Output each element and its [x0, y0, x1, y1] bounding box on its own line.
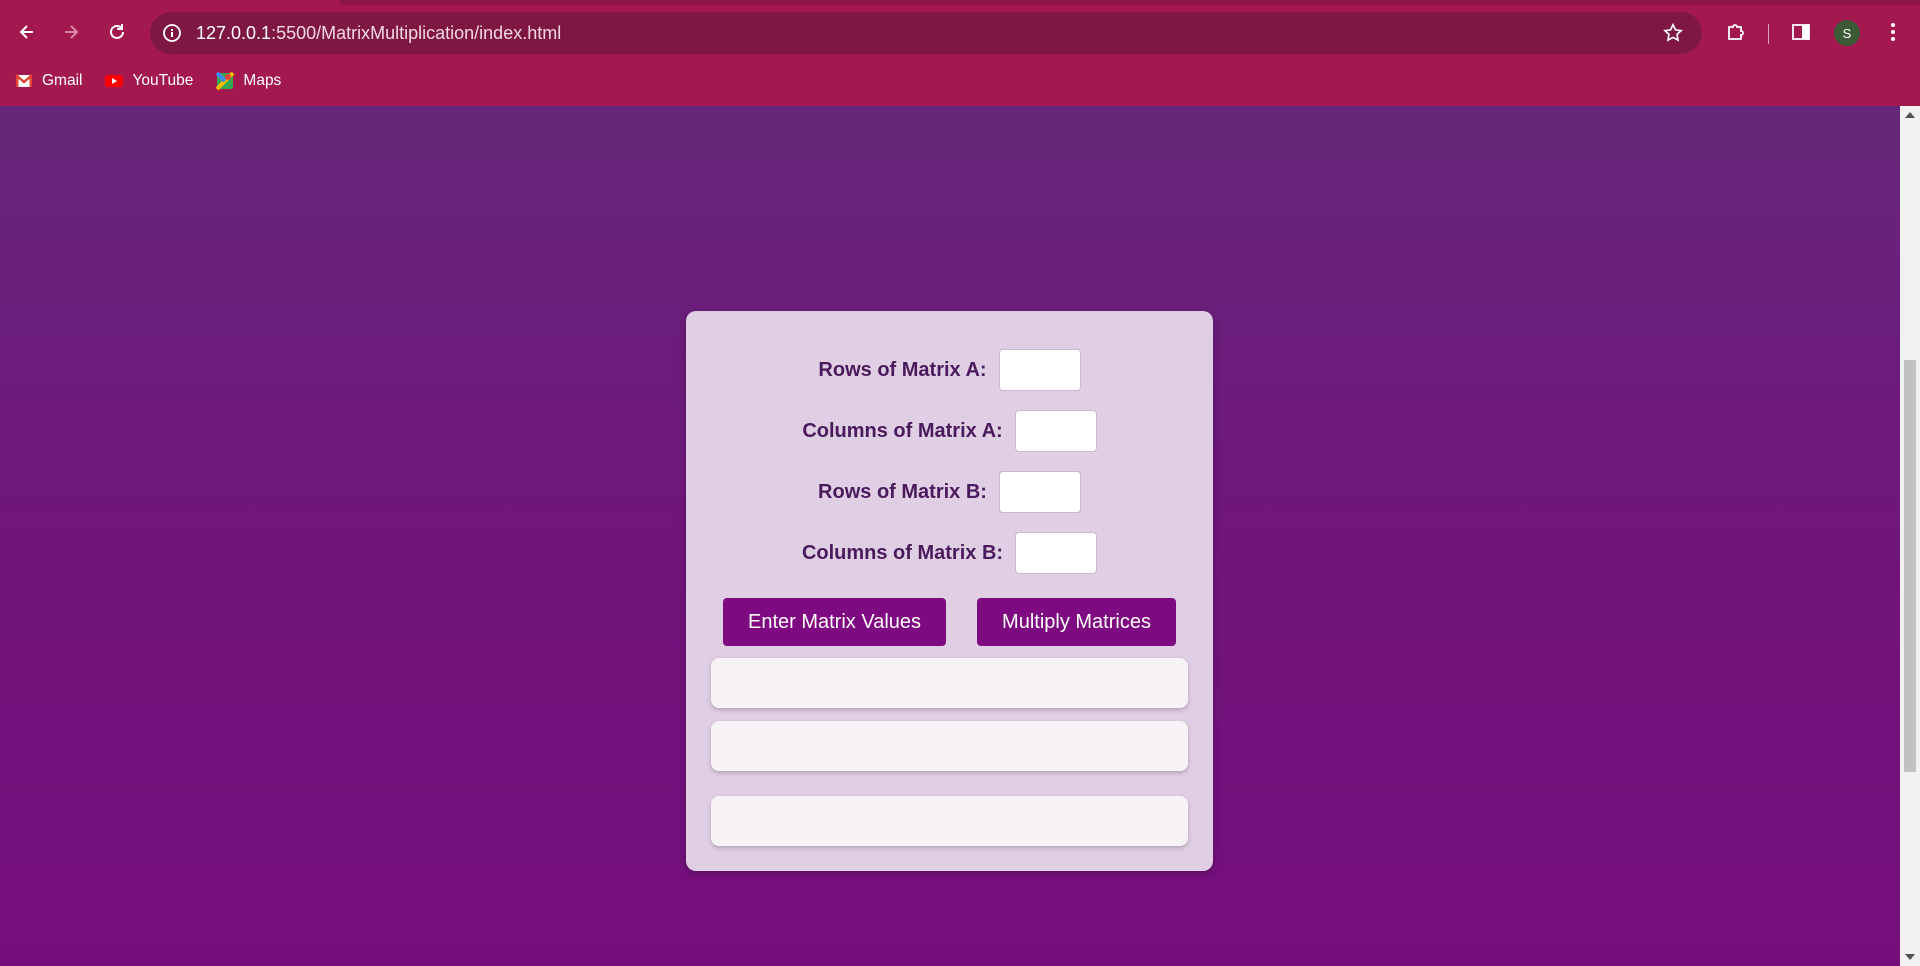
url-path: :5500/MatrixMultiplication/index.html [271, 22, 562, 43]
page-viewport: Rows of Matrix A: Columns of Matrix A: R… [0, 106, 1900, 966]
rows-a-label: Rows of Matrix A: [818, 358, 987, 381]
arrow-right-icon [65, 25, 79, 39]
bookmark-label: Gmail [42, 72, 83, 89]
toolbar-separator [1768, 24, 1769, 44]
url-host: 127.0.0.1 [196, 22, 272, 43]
tab-strip [0, 0, 1920, 5]
cols-a-label: Columns of Matrix A: [802, 419, 1003, 442]
arrow-left-icon [19, 25, 33, 39]
scroll-up-arrow[interactable] [1905, 112, 1915, 118]
gmail-icon [15, 74, 33, 87]
profile-avatar[interactable]: S [1834, 20, 1860, 46]
side-panel-button[interactable] [1785, 16, 1817, 48]
active-tab[interactable] [0, 0, 340, 5]
multiply-matrices-button[interactable]: Multiply Matrices [977, 598, 1176, 646]
enter-matrix-values-button[interactable]: Enter Matrix Values [723, 598, 946, 646]
scroll-down-arrow[interactable] [1905, 954, 1915, 960]
vertical-scrollbar[interactable] [1900, 106, 1920, 966]
reload-icon [110, 24, 124, 39]
rows-b-input[interactable] [998, 471, 1081, 513]
bookmark-youtube[interactable]: YouTube [96, 67, 201, 95]
result-container [711, 796, 1188, 846]
bookmark-label: YouTube [132, 72, 194, 89]
puzzle-icon [1728, 24, 1744, 40]
scrollbar-thumb[interactable] [1904, 360, 1916, 772]
address-bar[interactable]: 127.0.0.1:5500/MatrixMultiplication/inde… [150, 12, 1702, 54]
matrix-a-container [711, 658, 1188, 708]
bookmark-label: Maps [243, 72, 282, 89]
side-panel-icon [1792, 24, 1810, 40]
cols-a-row: Columns of Matrix A: [686, 409, 1213, 453]
site-info-icon[interactable] [162, 23, 182, 43]
bookmark-gmail[interactable]: Gmail [6, 67, 90, 95]
cols-a-input[interactable] [1014, 410, 1097, 452]
reload-button[interactable] [99, 14, 135, 50]
rows-a-input[interactable] [998, 349, 1081, 391]
maps-icon [215, 71, 235, 91]
kebab-menu-icon [1891, 23, 1895, 41]
cols-b-label: Columns of Matrix B: [801, 541, 1004, 564]
menu-button[interactable] [1877, 16, 1909, 48]
bookmark-star-icon[interactable] [1662, 22, 1684, 44]
extensions-button[interactable] [1720, 16, 1752, 48]
browser-chrome: 127.0.0.1:5500/MatrixMultiplication/inde… [0, 0, 1920, 106]
back-button[interactable] [9, 14, 45, 50]
bookmarks-bar: Gmail YouTube Maps [0, 64, 1920, 98]
youtube-icon [105, 75, 124, 87]
matrix-b-container [711, 721, 1188, 771]
matrix-form-card: Rows of Matrix A: Columns of Matrix A: R… [686, 311, 1213, 871]
cols-b-row: Columns of Matrix B: [686, 531, 1213, 575]
browser-toolbar: 127.0.0.1:5500/MatrixMultiplication/inde… [0, 10, 1920, 58]
forward-button[interactable] [53, 14, 89, 50]
url-text[interactable]: 127.0.0.1:5500/MatrixMultiplication/inde… [196, 23, 561, 44]
cols-b-input[interactable] [1015, 532, 1098, 574]
rows-b-label: Rows of Matrix B: [818, 480, 987, 503]
rows-a-row: Rows of Matrix A: [686, 348, 1213, 392]
bookmark-maps[interactable]: Maps [207, 67, 289, 95]
rows-b-row: Rows of Matrix B: [686, 470, 1213, 514]
